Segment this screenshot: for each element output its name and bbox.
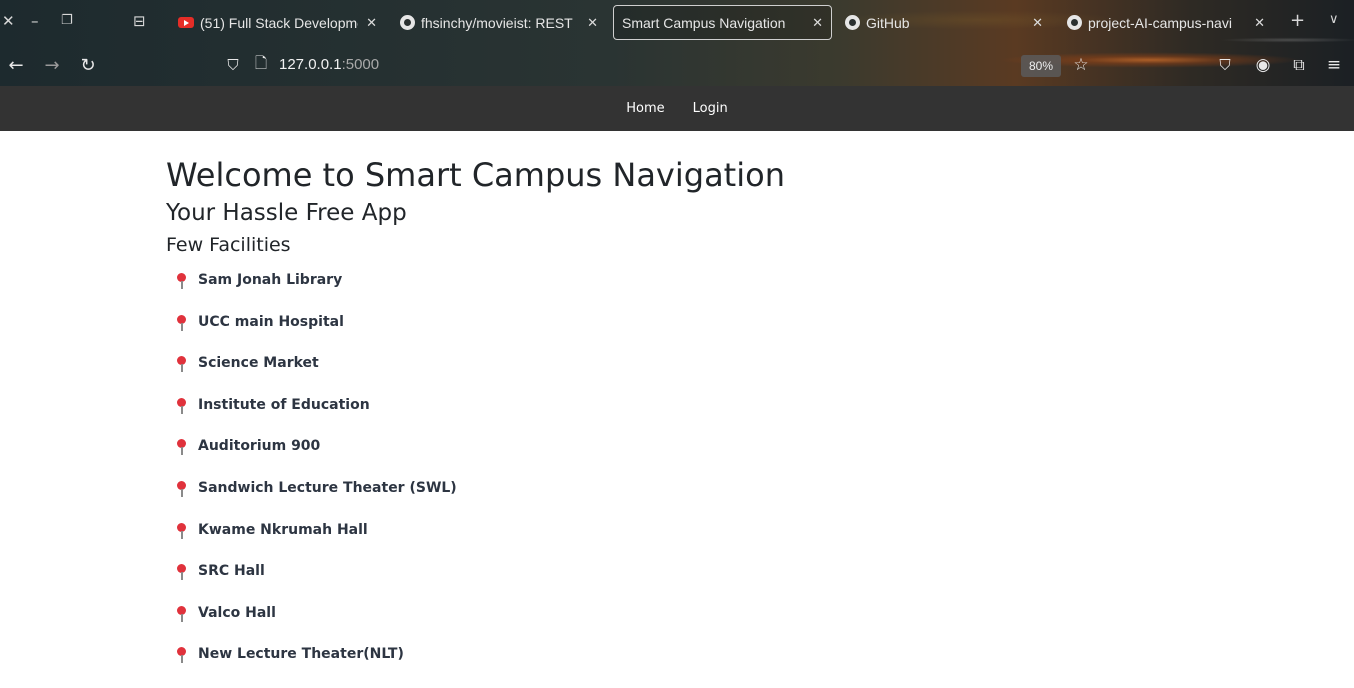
facility-item[interactable]: Science Market (174, 355, 457, 397)
facility-name: SRC Hall (198, 563, 265, 580)
nav-home-link[interactable]: Home (612, 101, 678, 116)
tab-list-chevron-icon[interactable]: ∨ (1329, 12, 1339, 27)
map-pin-icon (174, 480, 188, 497)
section-heading: Few Facilities (166, 234, 291, 256)
tab-project-ai[interactable]: project-AI-campus-navi ✕ (1058, 5, 1273, 40)
facility-name: New Lecture Theater(NLT) (198, 646, 404, 663)
close-tab-icon[interactable]: ✕ (587, 15, 598, 31)
shield-icon[interactable]: ⛉ (221, 53, 245, 77)
facility-name: Sam Jonah Library (198, 272, 343, 288)
tab-youtube[interactable]: (51) Full Stack Developme ✕ (170, 5, 385, 40)
facility-name: Sandwich Lecture Theater (SWL) (198, 479, 457, 496)
facility-item[interactable]: Auditorium 900 (174, 438, 457, 480)
facility-item[interactable]: UCC main Hospital (174, 314, 457, 356)
minimize-window-icon[interactable]: – (31, 12, 39, 30)
tab-bar: ✕ – ❐ ⊟ (51) Full Stack Developme ✕ fhsi… (0, 0, 1354, 44)
page-subtitle: Your Hassle Free App (166, 200, 407, 226)
restore-window-icon[interactable]: ❐ (61, 13, 73, 28)
tab-title: (51) Full Stack Developme (200, 14, 359, 31)
close-tab-icon[interactable]: ✕ (1254, 15, 1265, 31)
github-icon (399, 15, 415, 31)
github-icon (1066, 15, 1082, 31)
tab-title: fhsinchy/movieist: REST (421, 14, 573, 31)
page-icon: 🗋 (254, 53, 268, 72)
facility-name: Valco Hall (198, 604, 276, 621)
tab-github[interactable]: GitHub ✕ (836, 5, 1051, 40)
forward-icon[interactable]: → (40, 53, 64, 77)
facility-name: Auditorium 900 (198, 438, 321, 455)
nav-login-link[interactable]: Login (679, 101, 742, 116)
back-icon[interactable]: ← (4, 53, 28, 77)
url-host: 127.0.0.1 (279, 56, 342, 73)
github-icon (844, 15, 860, 31)
map-pin-icon (174, 439, 188, 456)
facility-item[interactable]: Kwame Nkrumah Hall (174, 522, 457, 564)
pocket-icon[interactable]: ⛉ (1213, 53, 1237, 77)
browser-toolbar: ← → ↻ ⛉ 🗋 (0, 44, 1354, 86)
facility-name: Kwame Nkrumah Hall (198, 521, 368, 538)
map-pin-icon (174, 564, 188, 581)
youtube-icon (178, 15, 194, 31)
facility-item[interactable]: Sandwich Lecture Theater (SWL) (174, 480, 457, 522)
map-pin-icon (174, 647, 188, 664)
page-title: Welcome to Smart Campus Navigation (166, 156, 785, 194)
map-pin-icon (174, 397, 188, 414)
menu-icon[interactable]: ≡ (1322, 53, 1346, 77)
bookmark-star-icon[interactable]: ☆ (1069, 53, 1093, 77)
site-navbar: Home Login (0, 86, 1354, 131)
tab-title: project-AI-campus-navi (1088, 14, 1232, 31)
facility-item[interactable]: New Lecture Theater(NLT) (174, 646, 457, 688)
map-pin-icon (174, 605, 188, 622)
browser-chrome: ✕ – ❐ ⊟ (51) Full Stack Developme ✕ fhsi… (0, 0, 1354, 86)
url-port: :5000 (341, 56, 380, 73)
map-pin-icon (174, 522, 188, 539)
tab-title: Smart Campus Navigation (622, 14, 786, 31)
extensions-icon[interactable]: ⧉ (1287, 53, 1311, 77)
close-tab-icon[interactable]: ✕ (1032, 15, 1043, 31)
facility-item[interactable]: SRC Hall (174, 563, 457, 605)
facility-name: UCC main Hospital (198, 313, 344, 330)
tab-title: GitHub (866, 14, 910, 31)
facilities-list: Sam Jonah Library UCC main Hospital Scie… (174, 272, 457, 688)
facility-item[interactable]: Sam Jonah Library (174, 272, 457, 314)
reload-icon[interactable]: ↻ (76, 53, 100, 77)
zoom-level-badge[interactable]: 80% (1021, 55, 1061, 77)
close-tab-icon[interactable]: ✕ (366, 15, 377, 31)
account-icon[interactable]: ◉ (1251, 53, 1275, 77)
tab-movieist[interactable]: fhsinchy/movieist: REST ✕ (391, 5, 606, 40)
facility-name: Science Market (198, 355, 319, 372)
tab-overview-icon[interactable]: ⊟ (133, 12, 146, 30)
map-pin-icon (174, 356, 188, 373)
facility-item[interactable]: Valco Hall (174, 605, 457, 647)
close-window-icon[interactable]: ✕ (2, 12, 15, 30)
facility-item[interactable]: Institute of Education (174, 397, 457, 439)
facility-name: Institute of Education (198, 396, 370, 413)
map-pin-icon (174, 314, 188, 331)
close-tab-icon[interactable]: ✕ (812, 15, 823, 31)
map-pin-icon (174, 273, 188, 289)
address-bar[interactable]: 127.0.0.1:5000 (279, 56, 379, 73)
tab-smart-campus[interactable]: Smart Campus Navigation ✕ (613, 5, 832, 40)
new-tab-icon[interactable]: + (1290, 10, 1305, 31)
